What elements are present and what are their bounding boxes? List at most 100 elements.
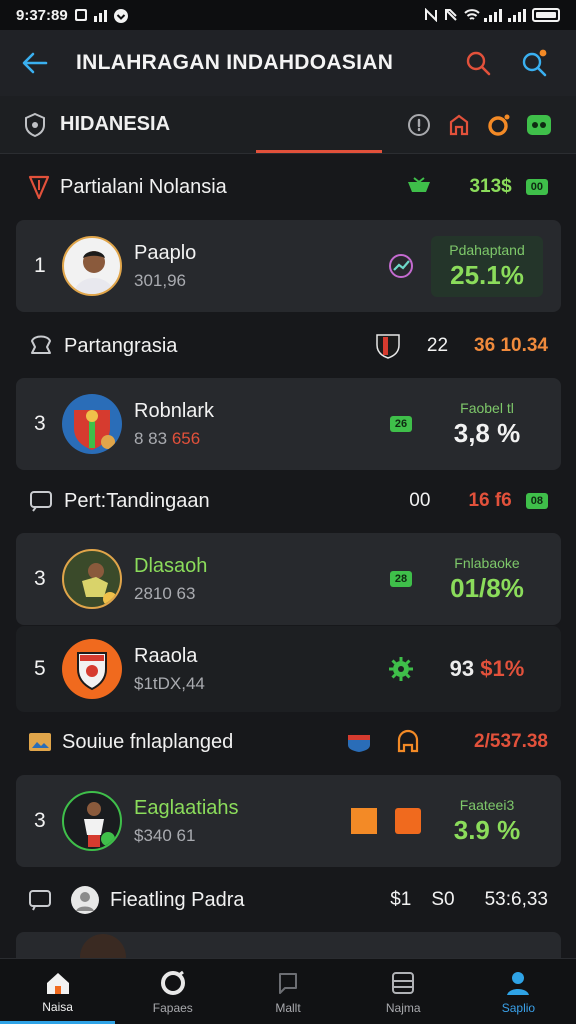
list-item[interactable]: 1 Paaplo 301,96 Pdahaptand 25.1% xyxy=(16,220,561,312)
info-button[interactable] xyxy=(404,110,434,140)
orange-tag-icon xyxy=(395,808,421,834)
avatar xyxy=(62,236,122,296)
nfc-icon xyxy=(424,7,438,23)
section-badge: 00 xyxy=(525,179,548,195)
list-item[interactable]: 5 Raaola $1tDX,44 93 $1% xyxy=(16,626,561,712)
message-icon xyxy=(29,890,51,911)
section-header[interactable]: Souiue fnlaplanged 2/537.38 xyxy=(0,711,576,773)
chat-icon xyxy=(279,972,297,994)
heart-icon xyxy=(113,8,128,23)
search-icon xyxy=(466,51,491,76)
section-value-2: 16 f6 xyxy=(468,490,512,511)
player-name: Paaplo xyxy=(134,241,197,264)
image-icon xyxy=(29,733,51,751)
player-sub: 301,96 xyxy=(134,270,186,290)
club-crest-icon xyxy=(376,334,400,359)
battery-icon xyxy=(532,8,560,22)
back-arrow-icon[interactable] xyxy=(22,52,48,74)
section-title: Partialani Nolansia xyxy=(60,175,227,198)
list-item[interactable]: 3 Robnlark 8 83 656 26 Faobel tl 3,8 % xyxy=(16,378,561,470)
list-item[interactable]: 3 Eaglaatiahs $340 61 Faateei3 3.9 % xyxy=(16,775,561,867)
nav-label: Najma xyxy=(385,1000,421,1015)
avatar xyxy=(62,639,122,699)
shield-red-icon xyxy=(28,175,50,200)
nav-label: Saplio xyxy=(501,1000,536,1015)
stat-label: Faateei3 xyxy=(459,796,515,813)
rank: 5 xyxy=(34,657,46,680)
info-icon xyxy=(408,113,430,136)
stat-value: 3,8 % xyxy=(453,417,521,448)
player-name: Robnlark xyxy=(134,399,215,422)
shield-icon[interactable] xyxy=(22,112,48,138)
photo-icon xyxy=(74,8,88,22)
bottom-nav: Naisa Fapaes Mallt Najma Saplio xyxy=(0,958,576,1024)
section-badge: 08 xyxy=(525,493,548,509)
helmet-icon xyxy=(397,729,419,753)
nav-label: Mallt xyxy=(275,1000,301,1015)
red-icon xyxy=(449,114,469,135)
search-notification-button[interactable] xyxy=(514,43,554,83)
nav-item-home[interactable]: Naisa xyxy=(0,959,116,1024)
red-filter-button[interactable] xyxy=(444,110,474,140)
rank: 3 xyxy=(34,809,46,832)
stat-value-2: $1% xyxy=(480,656,525,681)
stat-value: 01/8% xyxy=(450,572,524,603)
nav-item-najma[interactable]: Najma xyxy=(346,959,461,1024)
orange-square-icon xyxy=(351,808,377,834)
player-name: Eaglaatiahs xyxy=(134,796,239,819)
nav-label: Naisa xyxy=(42,999,73,1014)
stat-value: 3.9 % xyxy=(453,814,521,845)
section-value: 313$ xyxy=(469,176,512,197)
chat-icon xyxy=(30,491,52,512)
wifi-icon xyxy=(464,8,480,22)
filter-label: HIDANESIA xyxy=(60,113,171,135)
stat-label: Pdahaptand xyxy=(449,241,525,258)
rank: 3 xyxy=(34,567,46,590)
chart-icon xyxy=(371,252,431,280)
search-button[interactable] xyxy=(458,43,498,83)
nav-item-fapaes[interactable]: Fapaes xyxy=(115,959,230,1024)
section-header[interactable]: Fieatling Padra $1 S0 53:6,33 xyxy=(0,869,576,931)
rank: 3 xyxy=(34,412,46,435)
section-title: Fieatling Padra xyxy=(110,888,245,911)
stat-label: Faobel tl xyxy=(460,399,514,416)
section-title: Pert:Tandingaan xyxy=(64,489,210,512)
section-header[interactable]: Partangrasia 22 36 10.34 xyxy=(0,315,576,377)
home-icon xyxy=(46,972,69,994)
card-badge: 28 xyxy=(389,571,413,587)
stat-value-1: 93 xyxy=(449,656,475,681)
grid-icon xyxy=(392,971,415,994)
list-item[interactable]: 3 Dlasaoh 2810 63 28 Fnlabaoke 01/8% xyxy=(16,533,561,625)
orange-filter-button[interactable] xyxy=(484,110,514,140)
ring-icon xyxy=(160,970,185,995)
green-filter-button[interactable] xyxy=(524,110,554,140)
section-value-1: $1 xyxy=(390,889,412,910)
avatar xyxy=(62,394,122,454)
section-value-2: S0 xyxy=(431,889,455,910)
active-tab-indicator xyxy=(256,150,382,153)
card-badge: 26 xyxy=(389,416,413,432)
avatar xyxy=(62,549,122,609)
section-header[interactable]: Pert:Tandingaan 00 16 f6 08 xyxy=(0,470,576,532)
nav-item-mallt[interactable]: Mallt xyxy=(230,959,345,1024)
section-header[interactable]: Partialani Nolansia 313$ 00 xyxy=(0,156,576,218)
mute-icon xyxy=(444,8,458,22)
section-value-3: 53:6,33 xyxy=(484,889,548,910)
stat-label: Fnlabaoke xyxy=(454,554,520,571)
app-bar: INLAHRAGAN INDAHDOASIAN xyxy=(0,30,576,96)
filter-bar: HIDANESIA xyxy=(0,96,576,154)
green-icon xyxy=(527,114,551,135)
stat-value: 25.1% xyxy=(450,259,524,290)
users-icon xyxy=(31,335,51,354)
player-sub: 8 83 xyxy=(134,428,168,448)
player-name: Dlasaoh xyxy=(134,554,208,577)
gear-icon xyxy=(371,656,431,682)
nav-item-profile[interactable]: Saplio xyxy=(461,959,576,1024)
player-name: Raaola xyxy=(134,644,198,667)
section-value-1: 22 xyxy=(426,335,449,356)
section-title: Souiue fnlaplanged xyxy=(62,730,234,753)
trophy-green-icon xyxy=(408,177,431,192)
avatar xyxy=(62,791,122,851)
player-sub: $340 61 xyxy=(134,825,196,845)
player-sub: 2810 63 xyxy=(134,583,196,603)
